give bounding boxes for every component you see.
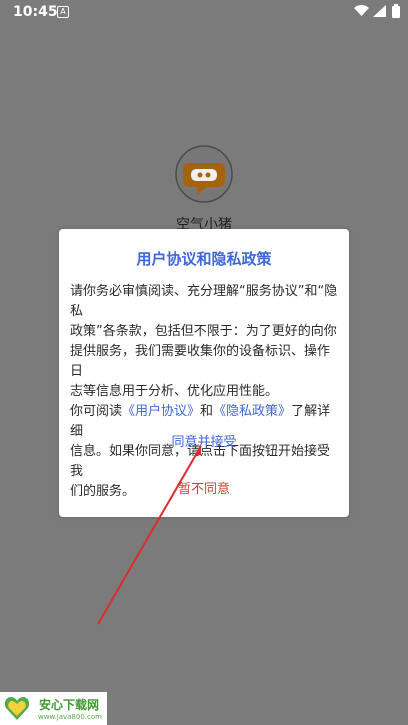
watermark-title: 安心下载网 xyxy=(39,698,100,712)
annotation-arrow xyxy=(97,445,202,625)
watermark: 安心下载网 www.java800.com xyxy=(0,692,107,725)
watermark-url: www.java800.com xyxy=(38,713,102,721)
watermark-heart-logo xyxy=(4,697,30,720)
